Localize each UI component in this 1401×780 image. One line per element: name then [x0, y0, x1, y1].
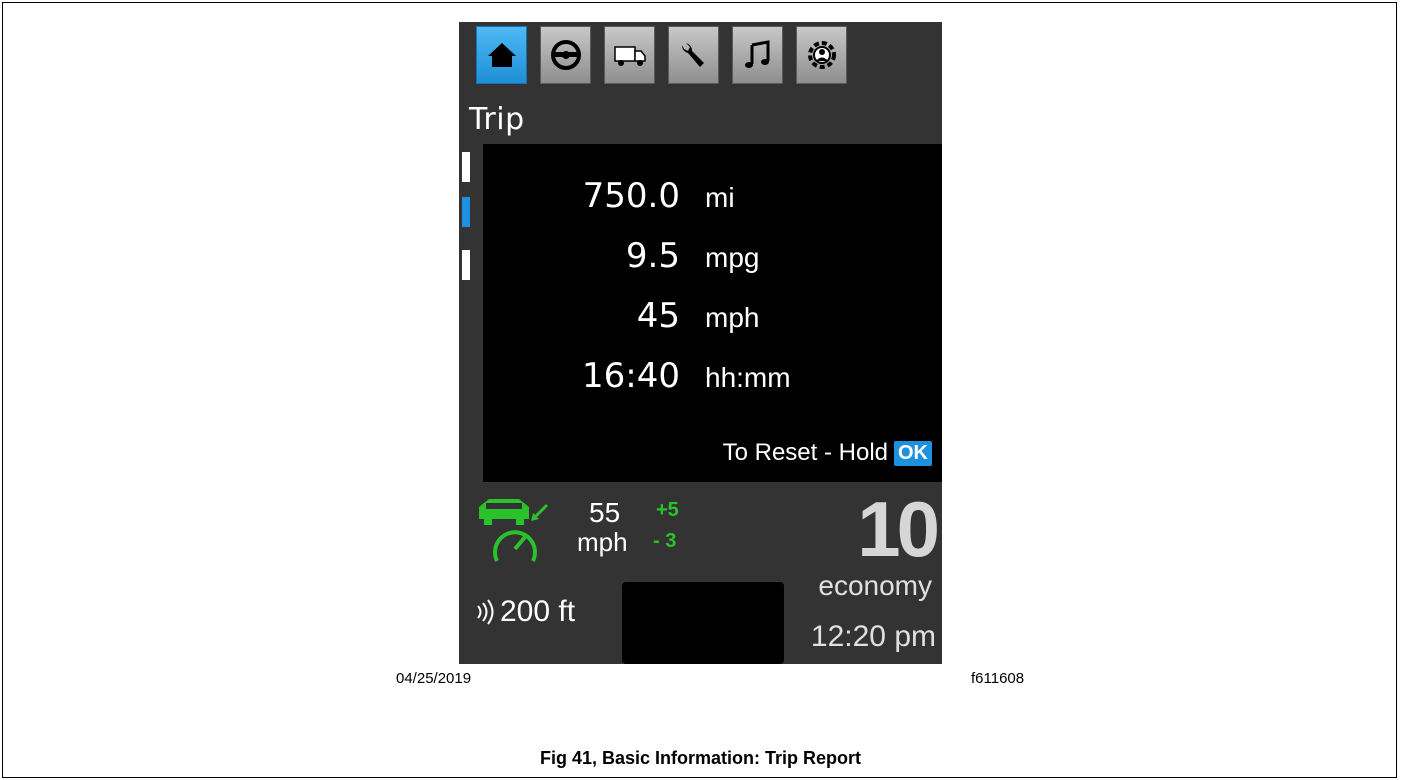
- instrument-display: Trip 750.0 mi 9.5 mpg 45 mph 16:40 hh:mm…: [459, 22, 942, 664]
- cruise-unit: mph: [577, 527, 628, 557]
- trip-row-distance: 750.0 mi: [483, 176, 942, 222]
- message-area: [622, 582, 784, 664]
- tab-vehicle[interactable]: [604, 26, 655, 84]
- tab-home[interactable]: [476, 26, 527, 84]
- steering-wheel-icon: [550, 40, 581, 70]
- scroll-indicator: [462, 250, 470, 280]
- tab-driving[interactable]: [540, 26, 591, 84]
- distance-value: 200 ft: [500, 595, 576, 628]
- adaptive-cruise-icon: [479, 499, 549, 562]
- figure-id: f611608: [971, 670, 1025, 687]
- trip-unit: mph: [705, 302, 760, 333]
- scroll-indicator-active: [462, 197, 470, 227]
- ok-button[interactable]: OK: [894, 440, 932, 466]
- gear-number: 10: [857, 485, 940, 573]
- wrench-icon: [681, 43, 704, 67]
- screen-title: Trip: [469, 102, 525, 137]
- trip-value: 750.0: [582, 176, 680, 216]
- mode-label: economy: [818, 570, 932, 601]
- trip-row-economy: 9.5 mpg: [483, 236, 942, 282]
- trip-value: 16:40: [582, 356, 680, 396]
- trip-unit: hh:mm: [705, 362, 791, 393]
- radar-icon: [477, 599, 494, 625]
- figure-caption: Fig 41, Basic Information: Trip Report: [539, 748, 862, 768]
- following-distance: 200 ft: [474, 595, 575, 629]
- tab-service[interactable]: [668, 26, 719, 84]
- trip-unit: mpg: [705, 242, 760, 273]
- trip-value: 45: [636, 296, 680, 336]
- reset-hint: To Reset - Hold OK: [723, 439, 932, 467]
- clock: 12:20 pm: [810, 620, 936, 653]
- reset-text: To Reset - Hold: [722, 439, 888, 466]
- tab-media[interactable]: [732, 26, 783, 84]
- menu-tabs: [476, 26, 936, 86]
- profile-settings-icon: [807, 41, 836, 69]
- trip-row-time: 16:40 hh:mm: [483, 356, 942, 402]
- tab-settings[interactable]: [796, 26, 847, 84]
- truck-icon: [613, 46, 646, 66]
- cruise-speed: 55: [589, 497, 621, 528]
- cruise-plus: +5: [656, 499, 679, 521]
- home-icon: [487, 43, 516, 67]
- figure-date: 04/25/2019: [396, 670, 472, 687]
- cruise-minus: - 3: [653, 530, 677, 552]
- trip-value: 9.5: [625, 236, 680, 276]
- trip-unit: mi: [705, 182, 735, 213]
- trip-panel: 750.0 mi 9.5 mpg 45 mph 16:40 hh:mm To R…: [483, 144, 942, 482]
- music-note-icon: [744, 40, 769, 68]
- scroll-indicator: [462, 152, 470, 182]
- trip-row-speed: 45 mph: [483, 296, 942, 342]
